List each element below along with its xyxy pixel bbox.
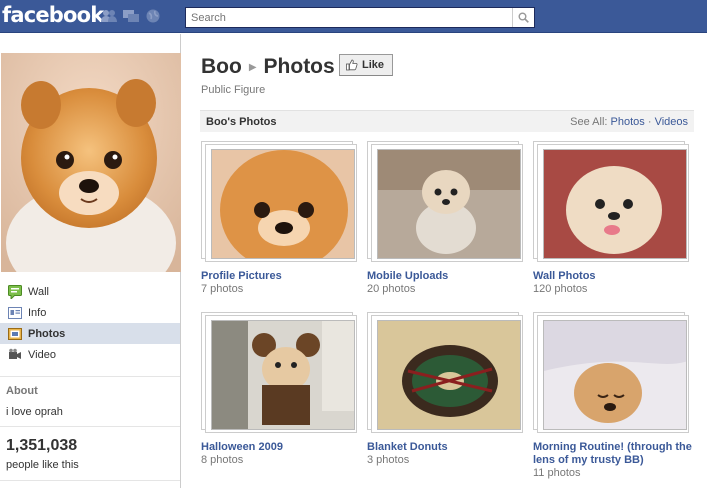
- divider: [0, 480, 180, 481]
- page-category: Public Figure: [201, 84, 266, 96]
- sidebar-item-video[interactable]: Video: [0, 344, 180, 365]
- sidebar-item-label: Info: [28, 306, 47, 319]
- about-text: i love oprah: [6, 406, 63, 418]
- see-all: See All: Photos · Videos: [570, 116, 688, 128]
- messages-icon[interactable]: [123, 9, 139, 23]
- sidebar-item-photos[interactable]: Photos: [0, 323, 180, 344]
- likes-text: people like this: [6, 459, 79, 471]
- notification-jewels: [101, 9, 161, 23]
- album-name[interactable]: Wall Photos: [533, 270, 693, 283]
- pomeranian-photo: [1, 53, 181, 272]
- see-all-videos-link[interactable]: Videos: [655, 116, 688, 128]
- page-title: Boo ▶ Photos: [201, 55, 335, 79]
- left-column: Wall Info Photos Video About i love opra…: [0, 34, 181, 488]
- album-count: 120 photos: [533, 283, 588, 295]
- see-all-photos-link[interactable]: Photos: [611, 116, 645, 128]
- about-heading: About: [6, 385, 38, 397]
- search-icon: [518, 12, 529, 23]
- album-thumbnail[interactable]: [533, 141, 693, 265]
- likes-count: 1,351,038: [6, 437, 78, 454]
- album-cover-image: [544, 321, 686, 429]
- info-icon: [8, 306, 22, 319]
- top-bar: facebook: [0, 0, 707, 33]
- album-card[interactable]: Profile Pictures 7 photos: [201, 141, 361, 296]
- album-card[interactable]: Wall Photos 120 photos: [533, 141, 693, 296]
- sidebar-item-info[interactable]: Info: [0, 302, 180, 323]
- video-icon: [9, 348, 21, 359]
- facebook-logo[interactable]: facebook: [2, 3, 104, 27]
- photos-icon: [8, 327, 22, 340]
- album-thumbnail[interactable]: [367, 312, 527, 436]
- album-count: 7 photos: [201, 283, 244, 295]
- album-name[interactable]: Profile Pictures: [201, 270, 361, 283]
- album-thumbnail[interactable]: [367, 141, 527, 265]
- album-thumbnail[interactable]: [201, 141, 361, 265]
- album-cover-image: [212, 150, 354, 258]
- sidebar-item-label: Photos: [28, 327, 66, 340]
- album-name[interactable]: Mobile Uploads: [367, 270, 527, 283]
- profile-picture[interactable]: [1, 53, 181, 272]
- album-card[interactable]: Blanket Donuts 3 photos: [367, 312, 527, 467]
- breadcrumb-arrow-icon: ▶: [248, 61, 257, 73]
- sidebar-item-wall[interactable]: Wall: [0, 281, 180, 302]
- sidebar-item-label: Video: [28, 348, 56, 361]
- album-name[interactable]: Halloween 2009: [201, 441, 361, 454]
- album-count: 11 photos: [533, 467, 581, 479]
- sidebar-nav: Wall Info Photos Video: [0, 281, 180, 365]
- notifications-globe-icon[interactable]: [145, 9, 161, 23]
- friend-requests-icon[interactable]: [101, 9, 117, 23]
- album-name[interactable]: Blanket Donuts: [367, 441, 527, 454]
- album-cover-image: [378, 321, 520, 429]
- search-button[interactable]: [512, 8, 534, 27]
- album-count: 20 photos: [367, 283, 416, 295]
- separator-dot: ·: [647, 115, 652, 128]
- album-name[interactable]: Morning Routine! (through the lens of my…: [533, 441, 693, 467]
- search-box: [185, 7, 535, 28]
- album-card[interactable]: Mobile Uploads 20 photos: [367, 141, 527, 296]
- sidebar-item-label: Wall: [28, 285, 49, 298]
- album-cover-image: [212, 321, 354, 429]
- see-all-label: See All:: [570, 115, 608, 128]
- album-card[interactable]: Halloween 2009 8 photos: [201, 312, 361, 467]
- album-card[interactable]: Morning Routine! (through the lens of my…: [533, 312, 693, 480]
- page-name-link[interactable]: Boo: [201, 55, 242, 79]
- album-count: 3 photos: [367, 454, 410, 466]
- divider: [0, 426, 180, 427]
- album-count: 8 photos: [201, 454, 244, 466]
- like-button[interactable]: Like: [339, 54, 394, 76]
- thumbs-up-icon: [346, 59, 358, 71]
- photos-section-header: Boo's Photos See All: Photos · Videos: [200, 110, 694, 132]
- search-input[interactable]: [186, 8, 506, 27]
- album-thumbnail[interactable]: [533, 312, 693, 436]
- like-button-label: Like: [362, 59, 385, 71]
- album-cover-image: [544, 150, 686, 258]
- divider: [0, 376, 180, 377]
- album-thumbnail[interactable]: [201, 312, 361, 436]
- album-cover-image: [378, 150, 520, 258]
- section-title: Photos: [263, 55, 335, 78]
- section-heading: Boo's Photos: [206, 115, 277, 128]
- wall-icon: [8, 284, 22, 299]
